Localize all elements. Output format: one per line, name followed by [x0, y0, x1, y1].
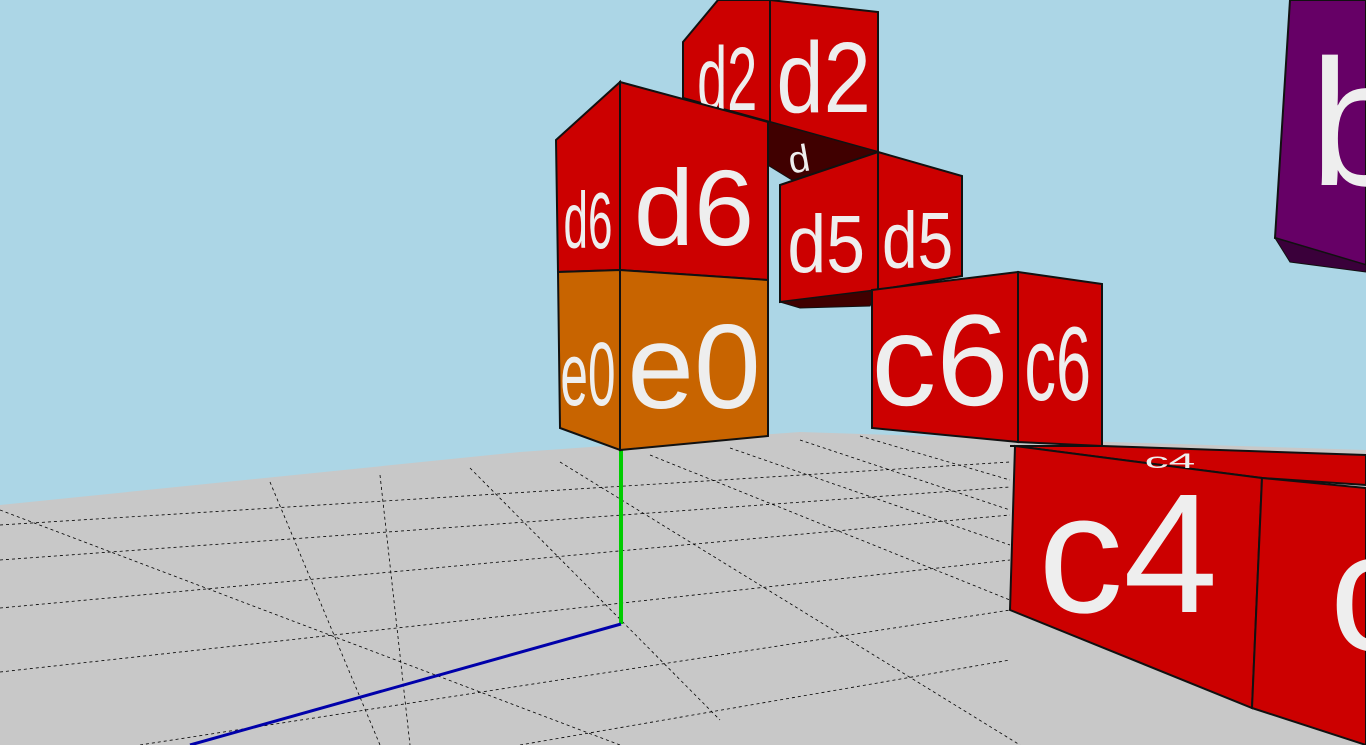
- 3d-scene-viewport[interactable]: b d2 d2 d d6 d6 e0 e0 d5 d5 c6 c6 c4 c4: [0, 0, 1366, 745]
- block-c6-left-label: c6: [871, 287, 1008, 433]
- block-e0[interactable]: e0 e0: [556, 268, 769, 452]
- block-e0-right-label: e0: [627, 300, 760, 434]
- block-d5-left-label: d5: [787, 199, 865, 291]
- block-e0-left-label: e0: [560, 324, 615, 424]
- block-c6-right-label: c6: [1025, 307, 1092, 423]
- block-c-partial-label: c: [1330, 497, 1366, 687]
- block-c4-front-label: c4: [1038, 459, 1218, 649]
- block-d2-right-label: d2: [776, 21, 871, 133]
- block-b-partial[interactable]: b: [1273, 0, 1366, 273]
- block-d5-right-label: d5: [882, 196, 953, 285]
- block-d6-left-label: d6: [563, 176, 612, 265]
- block-d6-right-label: d6: [634, 147, 754, 268]
- block-b-label: b: [1310, 23, 1366, 224]
- block-c6[interactable]: c6 c6: [871, 270, 1103, 448]
